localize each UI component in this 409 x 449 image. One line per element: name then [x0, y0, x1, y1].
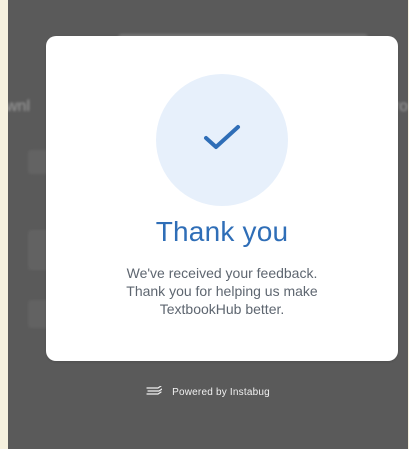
- dialog-title: Thank you: [155, 216, 289, 247]
- app-screen: wnl rro Thank you We've received your fe…: [8, 0, 408, 449]
- message-line: Thank you for helping us make: [126, 283, 318, 299]
- background-left-text: wnl: [8, 98, 31, 115]
- powered-by-footer: Powered by Instabug: [8, 385, 408, 398]
- message-line: We've received your feedback.: [126, 265, 318, 281]
- dialog-message: We've received your feedback. Thank you …: [46, 264, 398, 318]
- powered-by-text: Powered by Instabug: [172, 387, 270, 398]
- instabug-logo-icon: [146, 385, 163, 396]
- success-badge: [156, 74, 288, 206]
- message-line: TextbookHub better.: [159, 301, 285, 317]
- thank-you-dialog: Thank you We've received your feedback. …: [46, 36, 398, 361]
- check-icon: [204, 125, 240, 149]
